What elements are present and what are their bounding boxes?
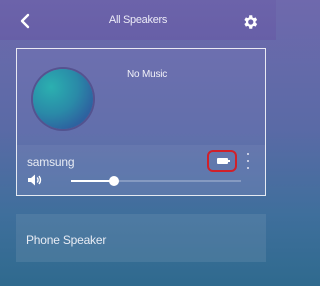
battery-indicator[interactable]: [207, 150, 237, 172]
more-vertical-icon-dot: [247, 153, 249, 155]
page-title: All Speakers: [108, 14, 168, 26]
speaker-name: samsung: [27, 155, 75, 169]
volume-icon[interactable]: [27, 173, 43, 187]
volume-slider-thumb[interactable]: [108, 176, 119, 186]
more-vertical-icon-dot: [247, 160, 249, 162]
more-options-button[interactable]: [245, 153, 251, 169]
top-bar: All Speakers: [0, 0, 276, 40]
speaker-card[interactable]: No Music samsung: [16, 48, 266, 196]
now-playing-text: No Music: [127, 69, 168, 80]
speaker-volume-icon: [28, 174, 42, 186]
now-playing-area[interactable]: No Music: [17, 49, 265, 141]
gear-icon: [244, 15, 258, 29]
battery-icon: [216, 158, 230, 164]
speaker-controls: samsung: [17, 145, 265, 195]
volume-slider-fill: [71, 180, 114, 182]
phone-speaker-label: Phone Speaker: [26, 233, 107, 247]
volume-slider[interactable]: [71, 176, 241, 186]
phone-speaker-item[interactable]: Phone Speaker: [16, 214, 266, 262]
album-art: [33, 69, 93, 129]
more-vertical-icon-dot: [247, 167, 249, 169]
settings-button[interactable]: [241, 13, 259, 31]
